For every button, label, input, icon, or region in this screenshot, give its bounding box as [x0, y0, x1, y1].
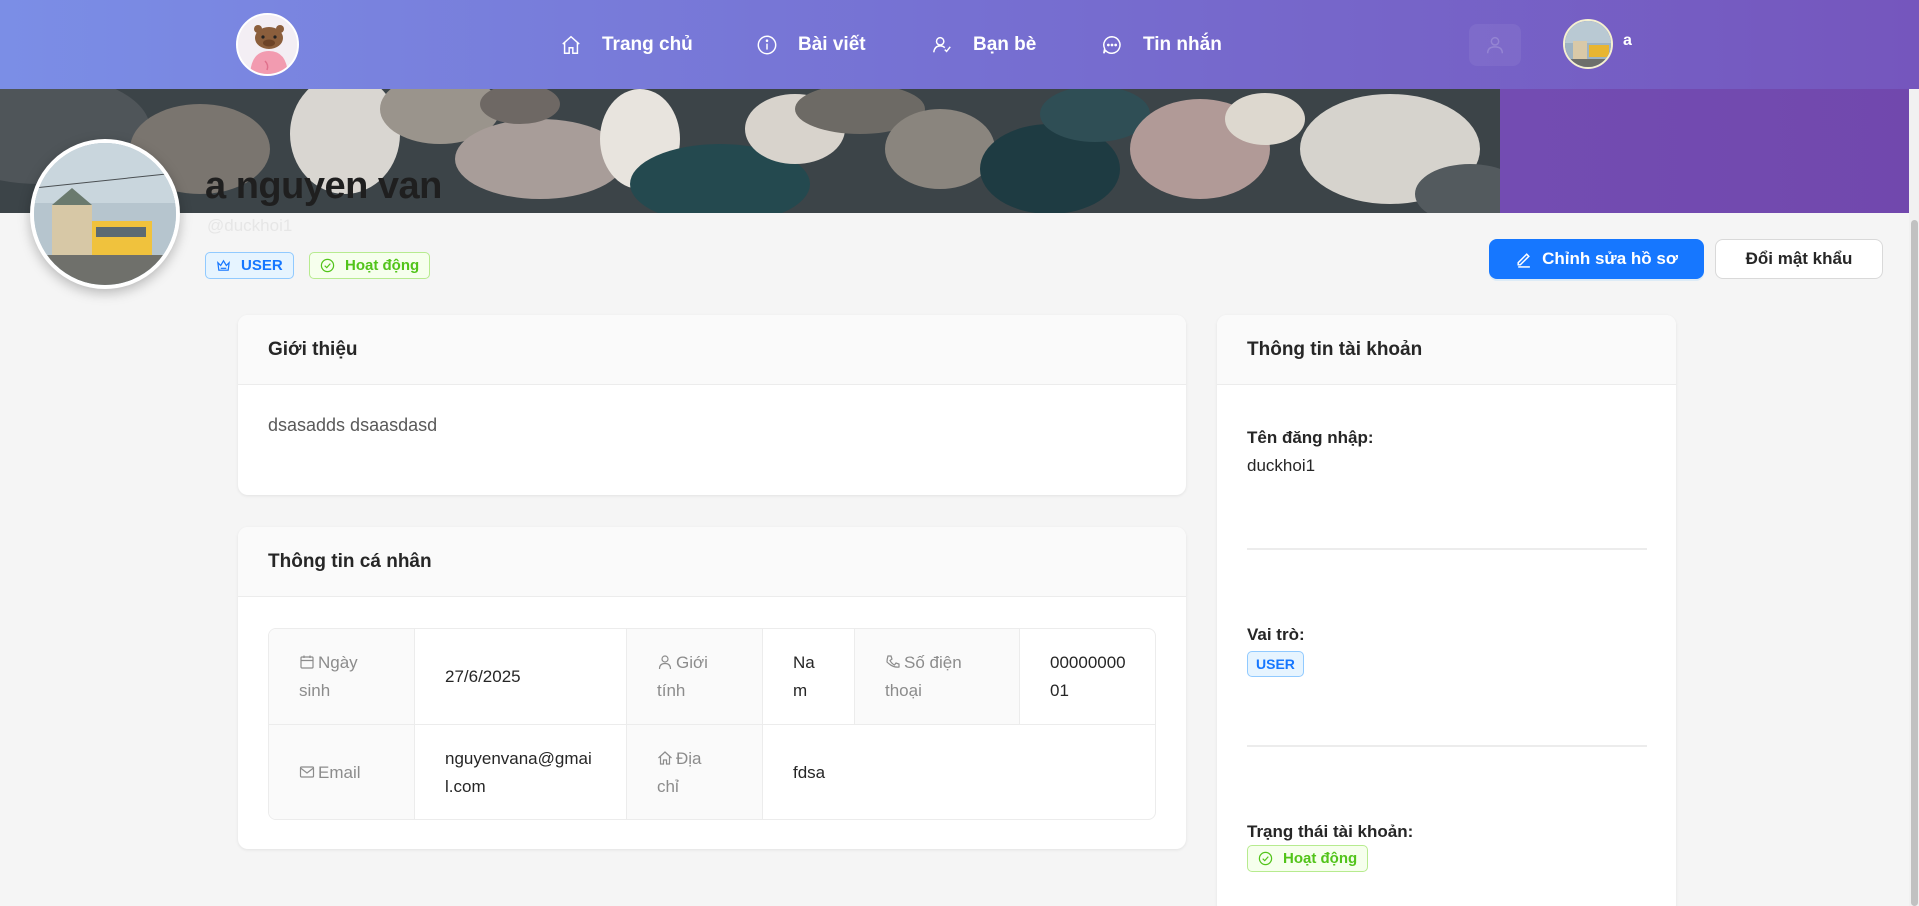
notification-button[interactable] [1469, 24, 1521, 66]
gender-label: Giới tính [627, 629, 763, 725]
birthday-label: Ngày sinh [269, 629, 415, 725]
nav-posts[interactable]: Bài viết [756, 0, 866, 89]
about-text: dsasadds dsaasdasd [268, 415, 438, 435]
birthday-value: 27/6/2025 [415, 629, 627, 725]
profile-full-name: a nguyen van [205, 165, 442, 207]
info-icon [757, 35, 777, 54]
friends-icon [933, 36, 951, 53]
change-password-button[interactable]: Đổi mật khẩu [1715, 239, 1883, 279]
check-circle-icon [1258, 851, 1273, 866]
personal-info-card: Thông tin cá nhân Ngày sinh 27/6/2025 Gi… [238, 527, 1186, 849]
calendar-icon [300, 655, 314, 669]
account-role-value: USER [1256, 656, 1295, 672]
top-navbar: Trang chủ Bài viết Bạn bè Tin nhắn a [0, 0, 1919, 89]
change-password-label: Đổi mật khẩu [1745, 249, 1853, 268]
about-card-title: Giới thiệu [238, 315, 1186, 385]
username-label: Tên đăng nhập: [1247, 428, 1374, 447]
home-icon [562, 35, 580, 54]
nav-home-label: Trang chủ [602, 33, 693, 55]
home-icon [658, 751, 672, 765]
profile-avatar-image [34, 143, 176, 285]
username-value: duckhoi1 [1247, 456, 1316, 475]
account-info-title: Thông tin tài khoản [1217, 315, 1676, 385]
check-circle-icon [320, 258, 335, 273]
edit-profile-button[interactable]: Chỉnh sửa hồ sơ [1489, 239, 1704, 279]
user-icon [658, 654, 672, 669]
account-status-value: Hoạt động [1283, 850, 1358, 867]
message-icon [1103, 35, 1121, 54]
nav-friends-label: Bạn bè [973, 33, 1037, 55]
scrollbar-thumb[interactable] [1911, 220, 1918, 906]
email-label: Email [269, 725, 415, 819]
account-role-badge: USER [1247, 651, 1304, 677]
personal-info-table: Ngày sinh 27/6/2025 Giới tính Nam Số điệ… [268, 628, 1156, 820]
mail-icon [299, 766, 315, 778]
address-label: Địa chỉ [627, 725, 763, 819]
divider [1247, 745, 1647, 747]
user-avatar-image [1565, 21, 1611, 67]
status-badge-label: Hoạt động [345, 257, 420, 274]
status-badge: Hoạt động [309, 252, 431, 279]
user-icon [1486, 36, 1504, 54]
account-status-label: Trạng thái tài khoản: [1247, 822, 1414, 841]
nav-home[interactable]: Trang chủ [560, 0, 693, 89]
about-card: Giới thiệu dsasadds dsaasdasd [238, 315, 1186, 495]
user-avatar[interactable] [1563, 19, 1613, 69]
phone-icon [886, 654, 900, 668]
edit-icon [1517, 252, 1530, 268]
edit-profile-label: Chỉnh sửa hồ sơ [1542, 249, 1678, 268]
crown-icon [217, 259, 230, 271]
address-value: fdsa [793, 763, 826, 782]
nav-messages[interactable]: Tin nhắn [1101, 0, 1222, 89]
role-badge-label: USER [241, 257, 283, 274]
profile-handle: @duckhoi1 [207, 216, 293, 235]
role-label: Vai trò: [1247, 625, 1305, 644]
nav-messages-label: Tin nhắn [1143, 33, 1222, 55]
site-logo[interactable] [236, 13, 299, 76]
divider [1247, 548, 1647, 550]
phone-value: 0000000001 [1020, 629, 1155, 725]
nav-posts-label: Bài viết [798, 33, 866, 55]
phone-label: Số điện thoại [855, 629, 1020, 725]
profile-avatar[interactable] [30, 139, 180, 289]
role-badge: USER [205, 252, 294, 279]
capybara-logo-icon [238, 15, 297, 74]
account-info-card: Thông tin tài khoản Tên đăng nhập: duckh… [1217, 315, 1676, 906]
account-status-badge: Hoạt động [1247, 845, 1369, 872]
nav-friends[interactable]: Bạn bè [931, 0, 1036, 89]
email-value: nguyenvana@gmail.com [415, 725, 627, 819]
personal-info-title: Thông tin cá nhân [238, 527, 1186, 597]
gender-value: Nam [763, 629, 855, 725]
user-name[interactable]: a [1623, 32, 1632, 50]
